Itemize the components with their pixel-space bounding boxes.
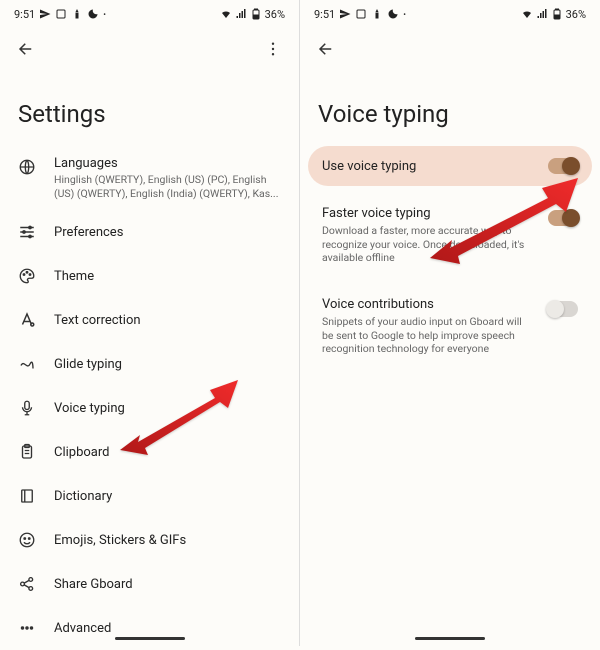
row-sub: Hinglish (QWERTY), English (US) (PC), En…: [54, 173, 283, 200]
row-label: Glide typing: [54, 357, 283, 372]
row-use-voice-typing[interactable]: Use voice typing: [308, 146, 592, 186]
status-bar: 9:51 • 36%: [300, 0, 600, 24]
person-icon: [71, 8, 83, 20]
row-advanced[interactable]: Advanced: [4, 606, 295, 650]
row-label: Voice typing: [54, 401, 283, 416]
status-battery: 36%: [566, 8, 586, 21]
screen-settings: 9:51 • 36% Settings: [0, 0, 300, 646]
row-voice-contributions[interactable]: Voice contributions Snippets of your aud…: [308, 285, 592, 368]
wifi-icon: [220, 8, 232, 20]
status-battery: 36%: [265, 8, 285, 21]
row-label: Theme: [54, 269, 283, 284]
app-icon: [355, 8, 367, 20]
row-share-gboard[interactable]: Share Gboard: [4, 562, 295, 606]
wifi-icon: [521, 8, 533, 20]
row-label: Languages: [54, 156, 283, 171]
status-bar: 9:51 • 36%: [0, 0, 299, 24]
clipboard-icon: [16, 441, 38, 463]
person-icon: [371, 8, 383, 20]
moon-icon: [387, 8, 399, 20]
row-languages[interactable]: Languages Hinglish (QWERTY), English (US…: [4, 146, 295, 210]
send-icon: [39, 8, 51, 20]
app-icon: [55, 8, 67, 20]
globe-icon: [16, 156, 38, 178]
toggle-voice-contributions[interactable]: [548, 301, 578, 317]
row-label: Advanced: [54, 621, 283, 636]
emoji-icon: [16, 529, 38, 551]
app-bar: [0, 24, 299, 68]
row-label: Preferences: [54, 225, 283, 240]
toggle-use-voice-typing[interactable]: [548, 158, 578, 174]
row-voice-typing[interactable]: Voice typing: [4, 386, 295, 430]
signal-icon: [235, 8, 247, 20]
app-bar: [300, 24, 600, 68]
row-glide-typing[interactable]: Glide typing: [4, 342, 295, 386]
row-sub: Download a faster, more accurate way to …: [322, 224, 538, 265]
row-label: Voice contributions: [322, 297, 538, 312]
dot-icon: •: [103, 10, 106, 19]
page-title: Settings: [0, 68, 299, 146]
page-title: Voice typing: [300, 68, 600, 146]
screen-voice-typing: 9:51 • 36% Voice typing: [300, 0, 600, 646]
signal-icon: [536, 8, 548, 20]
send-icon: [339, 8, 351, 20]
row-preferences[interactable]: Preferences: [4, 210, 295, 254]
row-theme[interactable]: Theme: [4, 254, 295, 298]
status-time: 9:51: [314, 8, 335, 21]
battery-icon: [250, 8, 262, 20]
back-button[interactable]: [12, 35, 40, 63]
mic-icon: [16, 397, 38, 419]
row-label: Emojis, Stickers & GIFs: [54, 533, 283, 548]
gesture-icon: [16, 353, 38, 375]
battery-icon: [551, 8, 563, 20]
gesture-bar[interactable]: [415, 637, 485, 640]
book-icon: [16, 485, 38, 507]
row-label: Text correction: [54, 313, 283, 328]
row-label: Faster voice typing: [322, 206, 538, 221]
row-label: Share Gboard: [54, 577, 283, 592]
row-dictionary[interactable]: Dictionary: [4, 474, 295, 518]
voice-typing-list: Use voice typing Faster voice typing Dow…: [300, 146, 600, 368]
row-label: Dictionary: [54, 489, 283, 504]
back-button[interactable]: [312, 35, 340, 63]
dot-icon: •: [403, 10, 406, 19]
row-emojis[interactable]: Emojis, Stickers & GIFs: [4, 518, 295, 562]
row-faster-voice-typing[interactable]: Faster voice typing Download a faster, m…: [308, 194, 592, 277]
moon-icon: [87, 8, 99, 20]
row-sub: Snippets of your audio input on Gboard w…: [322, 315, 538, 356]
tune-icon: [16, 221, 38, 243]
text-icon: [16, 309, 38, 331]
row-label: Use voice typing: [322, 159, 538, 174]
row-text-correction[interactable]: Text correction: [4, 298, 295, 342]
gesture-bar[interactable]: [115, 637, 185, 640]
share-icon: [16, 573, 38, 595]
row-label: Clipboard: [54, 445, 283, 460]
row-clipboard[interactable]: Clipboard: [4, 430, 295, 474]
palette-icon: [16, 265, 38, 287]
settings-list: Languages Hinglish (QWERTY), English (US…: [0, 146, 299, 650]
status-time: 9:51: [14, 8, 35, 21]
overflow-button[interactable]: [259, 35, 287, 63]
dots-icon: [16, 617, 38, 639]
toggle-faster-voice-typing[interactable]: [548, 210, 578, 226]
